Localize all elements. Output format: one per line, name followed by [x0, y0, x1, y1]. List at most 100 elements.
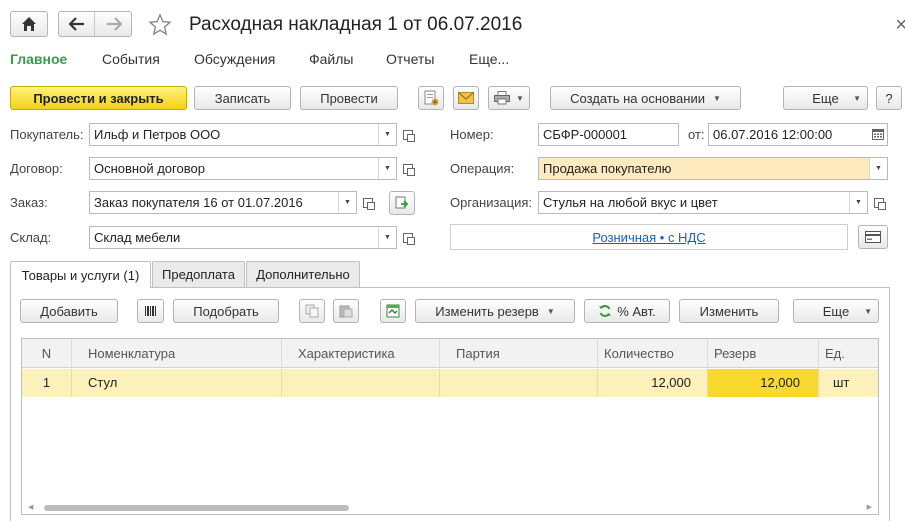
warehouse-label: Склад:: [10, 230, 52, 245]
order-field[interactable]: Заказ покупателя 16 от 01.07.2016 ▼: [89, 191, 357, 214]
cell-reserve[interactable]: 12,000: [708, 369, 819, 397]
column-header-characteristic[interactable]: Характеристика: [282, 339, 440, 368]
tab-additional[interactable]: Дополнительно: [246, 261, 360, 287]
post-and-close-button[interactable]: Провести и закрыть: [10, 86, 187, 110]
cell-item[interactable]: Стул: [72, 369, 282, 397]
buyer-value: Ильф и Петров ООО: [94, 127, 221, 142]
open-form-icon: [403, 163, 415, 176]
cell-unit[interactable]: шт: [819, 369, 878, 397]
more-actions-button[interactable]: Еще ▼: [783, 86, 868, 110]
fill-by-order-button[interactable]: [389, 191, 415, 215]
calendar-button[interactable]: [869, 124, 887, 145]
auto-discount-button[interactable]: % Авт.: [584, 299, 670, 323]
horizontal-scrollbar[interactable]: ◀ ▶: [22, 502, 878, 514]
card-icon: [865, 231, 881, 243]
chevron-down-icon: ▼: [712, 93, 721, 103]
home-icon: [22, 17, 36, 31]
open-warehouse-button[interactable]: [399, 226, 417, 249]
chevron-down-icon[interactable]: ▼: [378, 158, 396, 179]
chevron-down-icon[interactable]: ▼: [378, 227, 396, 248]
create-based-on-button[interactable]: Создать на основании ▼: [550, 86, 741, 110]
price-type-link[interactable]: Розничная • с НДС: [592, 230, 705, 245]
organization-field[interactable]: Стулья на любой вкус и цвет ▼: [538, 191, 868, 214]
column-header-n[interactable]: N: [22, 339, 72, 368]
section-files[interactable]: Файлы: [309, 51, 353, 67]
date-value: 06.07.2016 12:00:00: [713, 127, 833, 142]
column-header-batch[interactable]: Партия: [440, 339, 598, 368]
tab-goods[interactable]: Товары и услуги (1): [10, 261, 151, 288]
buyer-field[interactable]: Ильф и Петров ООО ▼: [89, 123, 397, 146]
paste-button[interactable]: [333, 299, 359, 323]
section-discussions[interactable]: Обсуждения: [194, 51, 275, 67]
scroll-left-icon[interactable]: ◀: [28, 503, 33, 511]
paste-icon: [339, 305, 353, 318]
column-header-item[interactable]: Номенклатура: [72, 339, 282, 368]
forward-button[interactable]: [96, 12, 132, 36]
add-row-button[interactable]: Добавить: [20, 299, 118, 323]
price-settings-button[interactable]: [858, 225, 888, 249]
warehouse-value: Склад мебели: [94, 230, 181, 245]
table-more-label: Еще: [822, 303, 850, 319]
section-main[interactable]: Главное: [10, 51, 67, 67]
tab-prepayment[interactable]: Предоплата: [152, 261, 245, 287]
envelope-icon: [458, 92, 474, 104]
printer-icon: [494, 91, 511, 105]
cell-quantity[interactable]: 12,000: [598, 369, 708, 397]
cell-characteristic[interactable]: [282, 369, 440, 397]
open-order-button[interactable]: [359, 191, 377, 214]
open-form-icon: [874, 197, 886, 210]
buyer-label: Покупатель:: [10, 127, 84, 142]
barcode-button[interactable]: [137, 299, 164, 323]
open-organization-button[interactable]: [870, 191, 888, 214]
fill-document-icon: [395, 196, 409, 209]
table-fill-icon: [386, 304, 400, 318]
open-buyer-button[interactable]: [399, 123, 417, 146]
cell-batch[interactable]: [440, 369, 598, 397]
organization-value: Стулья на любой вкус и цвет: [543, 195, 718, 210]
scroll-right-icon[interactable]: ▶: [867, 503, 872, 511]
more-label: Еще: [812, 90, 839, 106]
chevron-down-icon[interactable]: ▼: [338, 192, 356, 213]
chevron-down-icon[interactable]: ▼: [378, 124, 396, 145]
section-more[interactable]: Еще...: [469, 51, 509, 67]
email-button[interactable]: [453, 86, 479, 110]
section-reports[interactable]: Отчеты: [386, 51, 434, 67]
change-reserve-button[interactable]: Изменить резерв ▼: [415, 299, 575, 323]
number-field[interactable]: СБФР-000001: [538, 123, 679, 146]
warehouse-field[interactable]: Склад мебели ▼: [89, 226, 397, 249]
open-contract-button[interactable]: [399, 157, 417, 180]
table-more-button[interactable]: Еще ▼: [793, 299, 879, 323]
table-row[interactable]: 1 Стул 12,000 12,000 шт: [22, 369, 878, 397]
favorite-button[interactable]: [148, 13, 172, 40]
report-button[interactable]: [418, 86, 444, 110]
operation-field[interactable]: Продажа покупателю ▼: [538, 157, 888, 180]
column-header-quantity[interactable]: Количество: [598, 339, 708, 368]
date-field[interactable]: 06.07.2016 12:00:00: [708, 123, 888, 146]
back-button[interactable]: [59, 12, 95, 36]
chevron-down-icon[interactable]: ▼: [849, 192, 867, 213]
scrollbar-thumb[interactable]: [44, 505, 349, 511]
save-button[interactable]: Записать: [194, 86, 291, 110]
contract-field[interactable]: Основной договор ▼: [89, 157, 397, 180]
history-nav: [58, 11, 132, 37]
operation-value: Продажа покупателю: [543, 161, 672, 176]
fill-table-button[interactable]: [380, 299, 406, 323]
close-icon[interactable]: ×: [895, 14, 905, 37]
chevron-down-icon: ▼: [864, 306, 872, 316]
post-button[interactable]: Провести: [300, 86, 398, 110]
copy-row-button[interactable]: [299, 299, 325, 323]
arrow-left-icon: [68, 17, 84, 31]
change-button[interactable]: Изменить: [679, 299, 779, 323]
section-events[interactable]: События: [102, 51, 160, 67]
home-button[interactable]: [10, 11, 48, 37]
chevron-down-icon[interactable]: ▼: [869, 158, 887, 179]
column-header-unit[interactable]: Ед.: [819, 339, 878, 368]
copy-icon: [305, 304, 319, 318]
calendar-icon: [872, 129, 884, 140]
chevron-down-icon: ▼: [853, 93, 861, 103]
pick-button[interactable]: Подобрать: [173, 299, 279, 323]
help-button[interactable]: ?: [876, 86, 902, 110]
chevron-down-icon: ▼: [516, 93, 524, 103]
column-header-reserve[interactable]: Резерв: [708, 339, 819, 368]
print-button[interactable]: ▼: [488, 86, 530, 110]
